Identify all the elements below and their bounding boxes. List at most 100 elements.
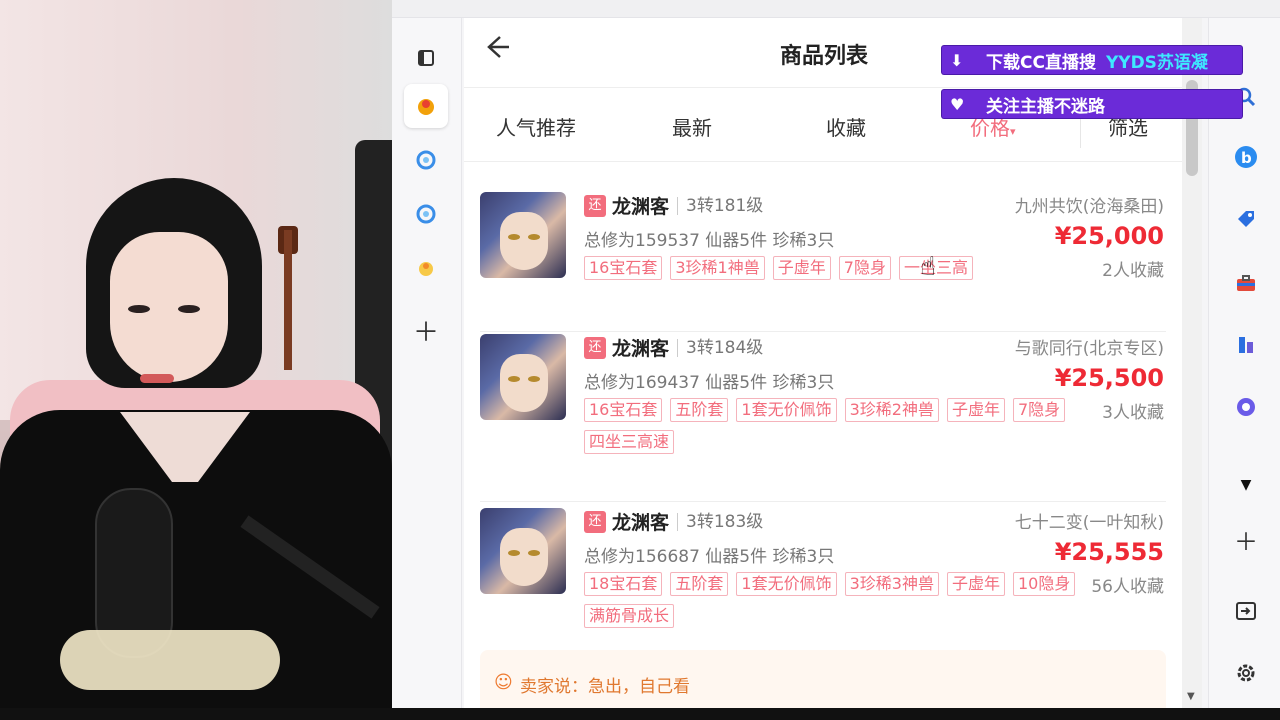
server-name: 七十二变(一叶知秋): [1014, 513, 1164, 533]
tag: 18宝石套: [584, 572, 663, 596]
tag-icon[interactable]: [1229, 202, 1263, 236]
character-level: 3转184级: [677, 338, 763, 357]
tag: 五阶套: [670, 572, 729, 596]
character-avatar: [480, 334, 566, 420]
collapse-down-icon[interactable]: ▼: [1229, 468, 1263, 502]
toolbox-icon[interactable]: [1229, 266, 1263, 300]
product-item[interactable]: 还龙渊客 3转181级 九州共饮(沧海桑田) 总修为159537 仙器5件 珍稀3…: [480, 192, 1166, 332]
tabs-icon[interactable]: [404, 36, 448, 80]
webcam-feed: [0, 0, 392, 708]
product-info: 还龙渊客 3转183级 七十二变(一叶知秋) 总修为156687 仙器5件 珍稀3…: [584, 508, 1164, 628]
add-icon[interactable]: ＋: [1229, 522, 1263, 556]
tag: 五阶套: [670, 398, 729, 422]
character-avatar: [480, 192, 566, 278]
tab-favorites[interactable]: 收藏: [826, 112, 866, 141]
avatar-face: [500, 354, 548, 412]
favorite-count: 2人收藏: [1102, 261, 1164, 281]
tag: 10隐身: [1012, 572, 1076, 596]
scroll-down-arrow-icon[interactable]: ▼: [1187, 691, 1195, 702]
character-name: 龙渊客: [612, 512, 670, 534]
lips: [140, 374, 174, 383]
character-avatar: [480, 508, 566, 594]
tag: 子虚年: [772, 256, 831, 280]
copilot-icon[interactable]: [1229, 390, 1263, 424]
bottom-strip: [0, 708, 1280, 720]
return-badge: 还: [584, 336, 606, 359]
tag: 3珍稀2神兽: [844, 398, 939, 422]
character-level: 3转183级: [677, 512, 763, 531]
favorite-count: 56人收藏: [1091, 577, 1164, 597]
game-app-icon[interactable]: [404, 84, 448, 128]
add-icon[interactable]: ＋: [404, 308, 448, 352]
banner-text: 关注主播不迷路: [986, 96, 1105, 117]
settings-gear-icon[interactable]: [1229, 656, 1263, 690]
seller-note: ☺ 卖家说：急出，自己看: [480, 650, 1166, 708]
product-item[interactable]: 还龙渊客 3转184级 与歌同行(北京专区) 总修为169437 仙器5件 珍稀3…: [480, 334, 1166, 502]
tag: 16宝石套: [584, 398, 663, 422]
tag: 四坐三高速: [584, 430, 675, 454]
server-name: 与歌同行(北京专区): [1014, 339, 1164, 359]
arrow-left-icon[interactable]: [482, 32, 512, 73]
avatar-face: [500, 212, 548, 270]
stream-banner-download: ⬇ 下载CC直播搜 YYDS苏语凝: [942, 46, 1242, 74]
tag: 子虚年: [946, 398, 1005, 422]
tag: 3珍稀3神兽: [844, 572, 939, 596]
download-icon: ⬇: [950, 50, 964, 70]
hand-area: [60, 630, 280, 690]
tag: 一坐三高: [898, 256, 973, 280]
bing-icon[interactable]: b: [1229, 140, 1263, 174]
tag: 3珍稀1神兽: [670, 256, 765, 280]
tag: 7隐身: [1012, 398, 1066, 422]
tag: 1套无价佩饰: [736, 398, 837, 422]
sort-arrow-icon: ▾: [1010, 125, 1016, 138]
tag: 16宝石套: [584, 256, 663, 280]
right-eye: [178, 305, 200, 313]
avatar-eye: [528, 376, 540, 382]
tag: 满筋骨成长: [584, 604, 675, 628]
character-level: 3转181级: [677, 196, 763, 215]
stream-banner-follow: ♥ 关注主播不迷路: [942, 90, 1242, 118]
character-name: 龙渊客: [612, 338, 670, 360]
tab-newest[interactable]: 最新: [672, 112, 712, 141]
banner-text: 下载CC直播搜: [986, 52, 1096, 73]
tag: 1套无价佩饰: [736, 572, 837, 596]
tag-list: 18宝石套 五阶套 1套无价佩饰 3珍稀3神兽 子虚年 10隐身满筋骨成长: [584, 572, 1084, 636]
hand-cursor-icon: ☝: [920, 252, 936, 282]
character-stats: 总修为156687 仙器5件 珍稀3只: [584, 547, 835, 567]
character-stats: 总修为159537 仙器5件 珍稀3只: [584, 231, 835, 251]
right-sidebar: b ▼ ＋: [1208, 18, 1280, 708]
product-info: 还龙渊客 3转181级 九州共饮(沧海桑田) 总修为159537 仙器5件 珍稀3…: [584, 192, 1164, 281]
tab-price-label: 价格: [970, 116, 1010, 140]
smile-icon: ☺: [494, 672, 513, 693]
product-item[interactable]: 还龙渊客 3转183级 七十二变(一叶知秋) 总修为156687 仙器5件 珍稀3…: [480, 508, 1166, 642]
heart-icon: ♥: [950, 94, 965, 114]
avatar-eye: [528, 234, 540, 240]
tab-popular[interactable]: 人气推荐: [496, 112, 576, 141]
left-eye: [128, 305, 150, 313]
refresh-app-icon-2[interactable]: [404, 192, 448, 236]
product-info: 还龙渊客 3转184级 与歌同行(北京专区) 总修为169437 仙器5件 珍稀3…: [584, 334, 1164, 454]
return-badge: 还: [584, 194, 606, 217]
favorite-count: 3人收藏: [1102, 403, 1164, 423]
avatar-eye: [508, 550, 520, 556]
product-list-page: 商品列表 人气推荐 最新 收藏 价格▾ 筛选 还龙渊客 3转181级 九州共饮(沧…: [464, 18, 1182, 708]
svg-text:b: b: [1241, 149, 1252, 167]
tag: 7隐身: [838, 256, 891, 280]
character-stats: 总修为169437 仙器5件 珍稀3只: [584, 373, 835, 393]
guitar-neck: [284, 230, 292, 370]
scrollbar[interactable]: ▼: [1182, 18, 1202, 708]
tag: 子虚年: [946, 572, 1005, 596]
avatar-eye: [528, 550, 540, 556]
server-name: 九州共饮(沧海桑田): [1014, 197, 1164, 217]
tag-list: 16宝石套 五阶套 1套无价佩饰 3珍稀2神兽 子虚年 7隐身四坐三高速: [584, 398, 1084, 462]
refresh-app-icon[interactable]: [404, 138, 448, 182]
character-name: 龙渊客: [612, 196, 670, 218]
games-icon[interactable]: [1229, 328, 1263, 362]
sidebar-toggle-icon[interactable]: [1229, 594, 1263, 628]
tag-list: 16宝石套 3珍稀1神兽 子虚年 7隐身 一坐三高: [584, 256, 1084, 288]
left-sidebar: ＋: [392, 18, 462, 708]
avatar-eye: [508, 376, 520, 382]
game-app-icon-2[interactable]: [404, 246, 448, 290]
seller-note-text: 卖家说：急出，自己看: [520, 677, 690, 697]
page-title: 商品列表: [779, 44, 868, 69]
